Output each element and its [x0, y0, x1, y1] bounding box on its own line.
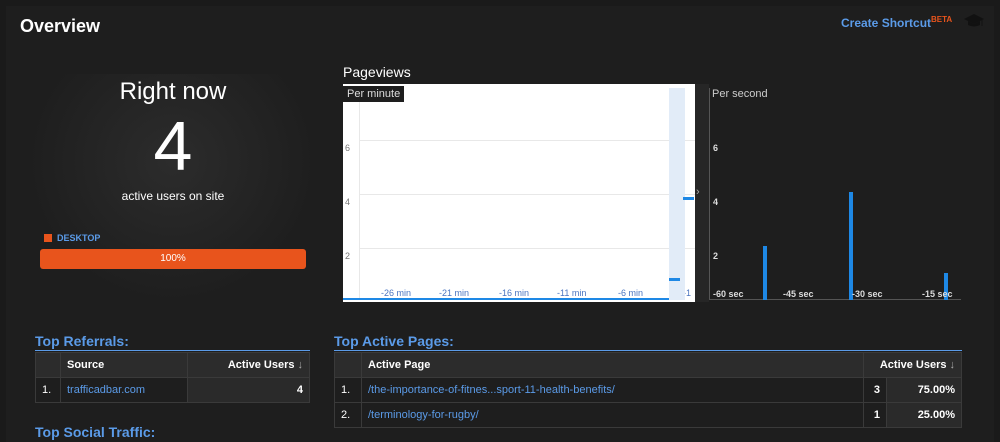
percent-value: 25.00%	[886, 402, 962, 428]
sort-down-icon[interactable]: ↓	[298, 359, 304, 371]
active-users-column-header[interactable]: Active Users ↓	[186, 352, 311, 378]
baseline	[343, 298, 669, 300]
index-column-header	[35, 352, 61, 378]
y-tick-label: 2	[345, 251, 351, 261]
table-row: 1. /the-importance-of-fitnes...sport-11-…	[334, 377, 962, 403]
active-users-value: 3	[863, 377, 887, 403]
top-pages-heading[interactable]: Top Active Pages:	[334, 333, 454, 349]
x-tick-label: -30 sec	[852, 289, 883, 299]
active-users-header-label: Active Users	[879, 359, 947, 371]
table-row: 1. trafficadbar.com 4	[35, 377, 311, 403]
y-tick-label: 4	[345, 197, 351, 207]
x-tick-label: -15 sec	[922, 289, 953, 299]
create-shortcut-link[interactable]: Create Shortcut	[841, 16, 931, 30]
row-index: 1.	[334, 377, 362, 403]
top-pages-table: Active Page Active Users ↓ 1. /the-import…	[334, 352, 962, 428]
x-tick-label: -11 min	[557, 288, 587, 298]
x-tick-label: -45 sec	[783, 289, 814, 299]
x-tick-label: -21 min	[439, 288, 470, 298]
per-second-chart[interactable]: 6 4 2 -60 sec -45 sec -30 sec -15 sec	[709, 84, 961, 302]
y-tick-label: 6	[713, 143, 719, 153]
x-tick-label: -6 min	[618, 288, 644, 298]
index-column-header	[334, 352, 362, 378]
per-minute-label: Per minute	[343, 86, 405, 102]
beta-badge: BETA	[931, 15, 953, 24]
pageviews-title: Pageviews	[343, 64, 411, 80]
x-tick-label: -16 min	[499, 288, 530, 298]
gridline	[359, 140, 695, 141]
desktop-percent-bar[interactable]: 100%	[40, 249, 306, 269]
desktop-legend-swatch	[44, 234, 52, 242]
per-minute-bar	[669, 278, 680, 281]
heading-underline	[35, 350, 310, 351]
active-users-caption: active users on site	[121, 189, 225, 203]
page-link[interactable]: /terminology-for-rugby/	[361, 402, 864, 428]
chevron-right-icon[interactable]: ›	[696, 186, 700, 198]
right-now-label: Right now	[119, 78, 227, 105]
top-social-heading[interactable]: Top Social Traffic:	[35, 424, 155, 440]
active-users-value: 4	[186, 377, 311, 403]
y-axis-line	[709, 88, 710, 300]
active-users-header-label: Active Users	[227, 359, 295, 371]
per-second-label: Per second	[712, 88, 768, 100]
percent-value: 75.00%	[886, 377, 962, 403]
top-referrals-table: Source Active Users ↓ 1. trafficadbar.com…	[35, 352, 311, 403]
row-index: 2.	[334, 402, 362, 428]
source-link[interactable]: trafficadbar.com	[60, 377, 188, 403]
x-axis-line	[709, 299, 961, 300]
y-tick-label: 2	[713, 251, 719, 261]
graduation-cap-icon[interactable]	[964, 12, 984, 28]
row-index: 1.	[35, 377, 61, 403]
page-title: Overview	[20, 16, 101, 36]
heading-underline	[334, 350, 962, 351]
gridline	[359, 248, 695, 249]
source-column-header[interactable]: Source	[60, 352, 188, 378]
active-users-column-header[interactable]: Active Users ↓	[863, 352, 962, 378]
per-second-bar	[763, 246, 768, 300]
x-tick-label: -60 sec	[713, 289, 744, 299]
active-users-value: 1	[863, 402, 887, 428]
gridline	[359, 194, 695, 195]
table-row: 2. /terminology-for-rugby/ 1 25.00%	[334, 402, 962, 428]
sort-down-icon[interactable]: ↓	[950, 359, 956, 371]
active-users-count: 4	[153, 107, 193, 185]
per-minute-chart[interactable]: 6 4 2 -26 min -21 min -16 min -11 min -6…	[343, 84, 695, 302]
y-axis-line	[359, 88, 360, 300]
active-page-column-header[interactable]: Active Page	[361, 352, 864, 378]
y-tick-label: 6	[345, 143, 351, 153]
desktop-legend-label: DESKTOP	[57, 233, 101, 243]
per-second-bar	[849, 192, 854, 300]
page-link[interactable]: /the-importance-of-fitnes...sport-11-hea…	[361, 377, 864, 403]
y-tick-label: 4	[713, 197, 719, 207]
x-tick-label: -26 min	[381, 288, 412, 298]
current-minute-highlight	[669, 88, 685, 300]
per-minute-bar	[683, 197, 694, 200]
top-referrals-heading[interactable]: Top Referrals:	[35, 333, 129, 349]
